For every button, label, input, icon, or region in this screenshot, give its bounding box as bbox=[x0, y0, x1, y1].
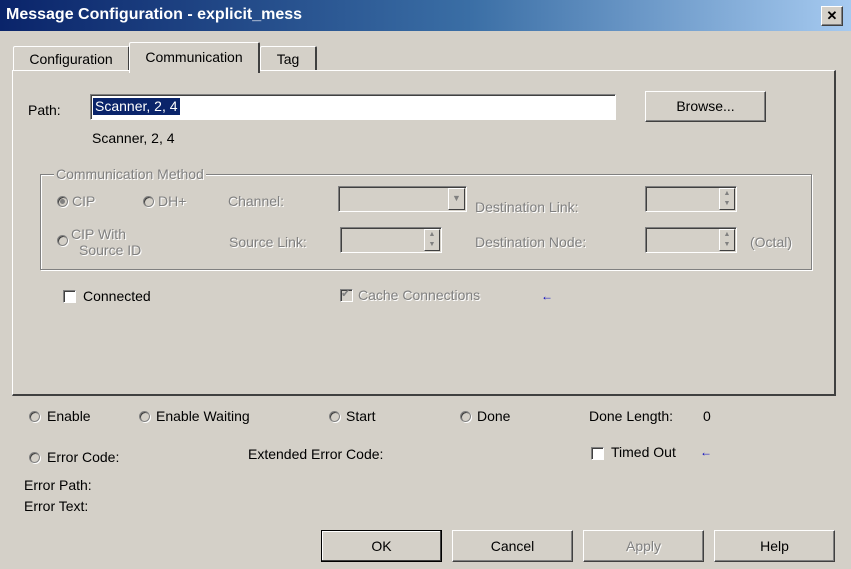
done-label: Done bbox=[477, 408, 511, 424]
help-button-label: Help bbox=[760, 538, 789, 554]
enable-indicator bbox=[29, 411, 40, 422]
spin-arrows-icon: ▲ ▼ bbox=[719, 188, 735, 210]
tab-communication-label: Communication bbox=[145, 49, 243, 65]
path-label: Path: bbox=[28, 102, 61, 118]
communication-method-label: Communication Method bbox=[54, 166, 206, 182]
close-button[interactable]: ✕ bbox=[821, 6, 843, 26]
cip-with-source-label-line2: Source ID bbox=[79, 242, 142, 258]
chevron-down-icon: ▼ bbox=[448, 188, 465, 210]
window-title: Message Configuration - explicit_mess bbox=[6, 6, 303, 23]
tab-communication[interactable]: Communication bbox=[129, 42, 260, 73]
destination-link-label: Destination Link: bbox=[475, 199, 579, 215]
ok-button[interactable]: OK bbox=[321, 530, 442, 562]
destination-node-field[interactable]: ▲ ▼ bbox=[645, 227, 737, 253]
tab-configuration[interactable]: Configuration bbox=[13, 46, 130, 71]
destination-node-label: Destination Node: bbox=[475, 234, 587, 250]
browse-button[interactable]: Browse... bbox=[645, 91, 766, 122]
connected-checkbox[interactable] bbox=[63, 290, 76, 303]
enable-waiting-indicator bbox=[139, 411, 150, 422]
cache-connections-checkbox[interactable] bbox=[340, 287, 353, 302]
error-path-label: Error Path: bbox=[24, 477, 92, 493]
dhplus-label: DH+ bbox=[158, 193, 187, 209]
error-code-label: Error Code: bbox=[47, 449, 120, 465]
cip-with-source-label-line1: CIP With bbox=[71, 226, 126, 242]
error-code-indicator bbox=[29, 452, 40, 463]
done-length-value: 0 bbox=[703, 408, 711, 424]
cancel-button[interactable]: Cancel bbox=[452, 530, 573, 562]
cip-radio[interactable] bbox=[57, 196, 68, 207]
arrow-left-icon: ← bbox=[541, 289, 553, 303]
start-label: Start bbox=[346, 408, 376, 424]
close-icon: ✕ bbox=[826, 8, 838, 23]
error-text-label: Error Text: bbox=[24, 498, 89, 514]
octal-label: (Octal) bbox=[750, 234, 792, 250]
path-input[interactable]: Scanner, 2, 4 bbox=[90, 94, 616, 120]
timed-out-label: Timed Out bbox=[611, 444, 676, 460]
source-link-field[interactable]: ▲ ▼ bbox=[340, 227, 442, 253]
cip-with-source-radio[interactable] bbox=[57, 235, 68, 246]
enable-waiting-label: Enable Waiting bbox=[156, 408, 250, 424]
connected-label: Connected bbox=[83, 288, 151, 304]
apply-button[interactable]: Apply bbox=[583, 530, 704, 562]
extended-error-code-label: Extended Error Code: bbox=[248, 446, 384, 462]
done-length-label: Done Length: bbox=[589, 408, 674, 424]
title-bar: Message Configuration - explicit_mess ✕ bbox=[0, 0, 851, 31]
arrow-left-icon: ← bbox=[700, 445, 712, 459]
spin-arrows-icon: ▲ ▼ bbox=[424, 229, 440, 251]
channel-dropdown[interactable]: ▼ bbox=[338, 186, 467, 212]
apply-button-label: Apply bbox=[625, 538, 662, 554]
enable-label: Enable bbox=[47, 408, 91, 424]
tab-tag-label: Tag bbox=[276, 51, 300, 67]
dhplus-radio[interactable] bbox=[143, 196, 154, 207]
tab-tag[interactable]: Tag bbox=[260, 46, 317, 71]
spin-arrows-icon: ▲ ▼ bbox=[719, 229, 735, 251]
path-input-value: Scanner, 2, 4 bbox=[93, 98, 180, 115]
tab-configuration-label: Configuration bbox=[29, 51, 113, 67]
ok-button-label: OK bbox=[371, 538, 392, 554]
start-indicator bbox=[329, 411, 340, 422]
timed-out-checkbox[interactable] bbox=[591, 447, 604, 460]
cip-label: CIP bbox=[72, 193, 96, 209]
source-link-label: Source Link: bbox=[229, 234, 307, 250]
cache-connections-label: Cache Connections bbox=[358, 287, 481, 303]
path-resolved-text: Scanner, 2, 4 bbox=[92, 130, 175, 146]
done-indicator bbox=[460, 411, 471, 422]
destination-link-field[interactable]: ▲ ▼ bbox=[645, 186, 737, 212]
cip-with-source-label: CIP With Source ID bbox=[71, 226, 141, 258]
cancel-button-label: Cancel bbox=[490, 538, 535, 554]
help-button[interactable]: Help bbox=[714, 530, 835, 562]
channel-label: Channel: bbox=[228, 193, 285, 209]
browse-button-label: Browse... bbox=[676, 98, 735, 114]
